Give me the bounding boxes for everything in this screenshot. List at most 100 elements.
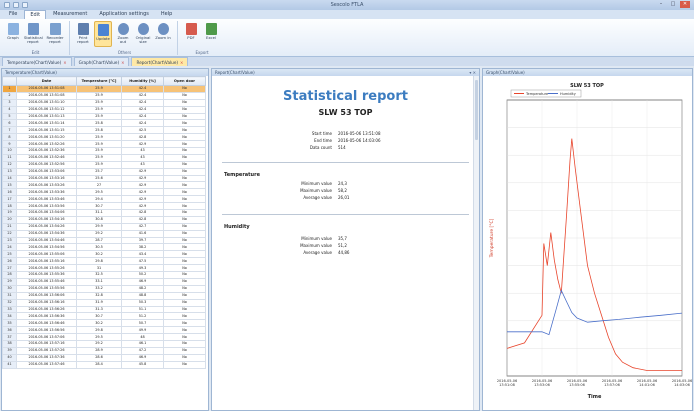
table-cell[interactable]: No: [163, 167, 206, 176]
table-cell[interactable]: No: [163, 326, 206, 335]
table-row[interactable]: 4 2016-05-06 13:51:12 25.9 42.4 No: [2, 105, 206, 114]
column-header[interactable]: Temperature [°C]: [76, 76, 122, 86]
row-index-cell[interactable]: 12: [2, 160, 17, 169]
row-index-cell[interactable]: 36: [2, 326, 17, 335]
table-cell[interactable]: No: [163, 181, 206, 190]
table-cell[interactable]: 42.4: [121, 112, 164, 121]
row-index-cell[interactable]: 24: [2, 243, 17, 252]
table-cell[interactable]: No: [163, 119, 206, 128]
table-cell[interactable]: No: [163, 140, 206, 149]
table-cell[interactable]: No: [163, 298, 206, 307]
table-cell[interactable]: 42.5: [121, 126, 164, 135]
table-cell[interactable]: No: [163, 277, 206, 286]
table-cell[interactable]: 25.9: [76, 98, 122, 107]
row-index-cell[interactable]: 5: [2, 112, 17, 121]
table-cell[interactable]: No: [163, 305, 206, 314]
table-cell[interactable]: 32.5: [76, 271, 122, 279]
table-cell[interactable]: 2016-05-06 13:52:26: [16, 140, 77, 149]
row-index-cell[interactable]: 31: [2, 291, 17, 300]
table-cell[interactable]: 42.4: [121, 85, 164, 93]
pdf-button[interactable]: PDF: [182, 21, 200, 47]
table-row[interactable]: 29 2016-05-06 13:55:46 33.1 46.9 No: [2, 277, 206, 286]
row-index-cell[interactable]: 4: [2, 105, 17, 114]
tab-graph[interactable]: Graph(Chart\Value) ×: [73, 57, 130, 66]
table-cell[interactable]: 42.9: [121, 181, 164, 190]
menu-item-help[interactable]: Help: [156, 10, 177, 19]
table-cell[interactable]: 2016-05-06 13:51:08: [16, 91, 77, 100]
row-index-cell[interactable]: 41: [2, 360, 17, 369]
table-cell[interactable]: 2016-05-06 13:52:36: [16, 147, 77, 155]
table-cell[interactable]: 50.2: [121, 271, 164, 279]
table-row[interactable]: 8 2016-05-06 13:51:20 25.9 42.8 No: [2, 133, 206, 142]
line-chart[interactable]: SLW 53 TOPTemperature Humidity2016-05-061…: [483, 76, 692, 410]
row-index-cell[interactable]: 16: [2, 188, 17, 197]
table-cell[interactable]: 29.4: [76, 195, 122, 204]
excel-button[interactable]: Excel: [202, 21, 220, 47]
table-cell[interactable]: No: [163, 222, 206, 231]
table-cell[interactable]: 25.7: [76, 167, 122, 176]
table-cell[interactable]: 2016-05-06 13:56:36: [16, 312, 77, 321]
menu-item-measurement[interactable]: Measurement: [48, 10, 92, 19]
table-cell[interactable]: 42.9: [121, 188, 164, 197]
table-cell[interactable]: 25.9: [76, 105, 122, 114]
table-row[interactable]: 20 2016-05-06 13:54:16 30.8 42.8 No: [2, 215, 206, 224]
table-cell[interactable]: 2016-05-06 13:55:46: [16, 277, 77, 286]
row-index-cell[interactable]: 25: [2, 250, 17, 259]
table-cell[interactable]: No: [163, 243, 206, 252]
table-cell[interactable]: No: [163, 333, 206, 341]
table-cell[interactable]: 31: [76, 264, 122, 273]
table-cell[interactable]: 33.1: [76, 277, 122, 286]
row-index-cell[interactable]: 10: [2, 147, 17, 155]
table-cell[interactable]: 46.9: [121, 353, 164, 362]
table-cell[interactable]: 28.7: [76, 236, 122, 245]
table-cell[interactable]: 2016-05-06 13:54:16: [16, 215, 77, 224]
table-cell[interactable]: 2016-05-06 13:57:36: [16, 353, 77, 362]
table-row[interactable]: 6 2016-05-06 13:51:14 25.8 42.4 No: [2, 119, 206, 128]
table-cell[interactable]: 42.9: [121, 140, 164, 149]
row-index-cell[interactable]: 1: [2, 85, 17, 93]
table-cell[interactable]: No: [163, 174, 206, 183]
table-cell[interactable]: 48.2: [121, 284, 164, 293]
table-cell[interactable]: No: [163, 312, 206, 321]
recorder-report-button[interactable]: Recorder report: [46, 21, 64, 47]
table-cell[interactable]: 2016-05-06 13:54:26: [16, 222, 77, 231]
table-row[interactable]: 32 2016-05-06 13:56:16 31.9 50.3 No: [2, 298, 206, 307]
table-cell[interactable]: No: [163, 284, 206, 293]
table-cell[interactable]: 2016-05-06 13:52:46: [16, 153, 77, 162]
close-icon[interactable]: ✕: [680, 1, 690, 8]
table-cell[interactable]: 47.5: [121, 257, 164, 266]
table-cell[interactable]: 25.9: [76, 133, 122, 142]
table-cell[interactable]: 2016-05-06 13:55:26: [16, 264, 77, 273]
table-cell[interactable]: 2016-05-06 13:54:56: [16, 243, 77, 252]
table-cell[interactable]: No: [163, 209, 206, 217]
table-row[interactable]: 14 2016-05-06 13:53:16 25.6 42.9 No: [2, 174, 206, 183]
row-index-cell[interactable]: 8: [2, 133, 17, 142]
row-index-cell[interactable]: 13: [2, 167, 17, 176]
table-row[interactable]: 28 2016-05-06 13:55:36 32.5 50.2 No: [2, 271, 206, 279]
table-cell[interactable]: No: [163, 319, 206, 328]
table-row[interactable]: 37 2016-05-06 13:57:06 29.5 48 No: [2, 333, 206, 341]
table-cell[interactable]: 51.2: [121, 312, 164, 321]
table-cell[interactable]: 2016-05-06 13:56:46: [16, 319, 77, 328]
table-row[interactable]: 13 2016-05-06 13:53:06 25.7 42.9 No: [2, 167, 206, 176]
table-cell[interactable]: 42.8: [121, 133, 164, 142]
table-cell[interactable]: 25.9: [76, 160, 122, 169]
table-cell[interactable]: 2016-05-06 13:51:14: [16, 119, 77, 128]
table-cell[interactable]: 50.3: [121, 298, 164, 307]
zoom-in-button[interactable]: Zoom in: [154, 21, 172, 47]
menu-item-application-settings[interactable]: Application settings: [94, 10, 153, 19]
row-index-cell[interactable]: 32: [2, 298, 17, 307]
table-cell[interactable]: 29.5: [76, 188, 122, 197]
table-cell[interactable]: 25.9: [76, 153, 122, 162]
table-cell[interactable]: 43: [121, 160, 164, 169]
row-index-cell[interactable]: 40: [2, 353, 17, 362]
row-index-cell[interactable]: 30: [2, 284, 17, 293]
close-tab-icon[interactable]: ×: [121, 60, 124, 65]
row-index-cell[interactable]: 2: [2, 91, 17, 100]
row-index-cell[interactable]: 27: [2, 264, 17, 273]
table-row[interactable]: 10 2016-05-06 13:52:36 25.9 43 No: [2, 147, 206, 155]
table-cell[interactable]: 2016-05-06 13:57:16: [16, 339, 77, 348]
table-cell[interactable]: No: [163, 85, 206, 93]
table-cell[interactable]: No: [163, 126, 206, 135]
table-cell[interactable]: 42.4: [121, 105, 164, 114]
